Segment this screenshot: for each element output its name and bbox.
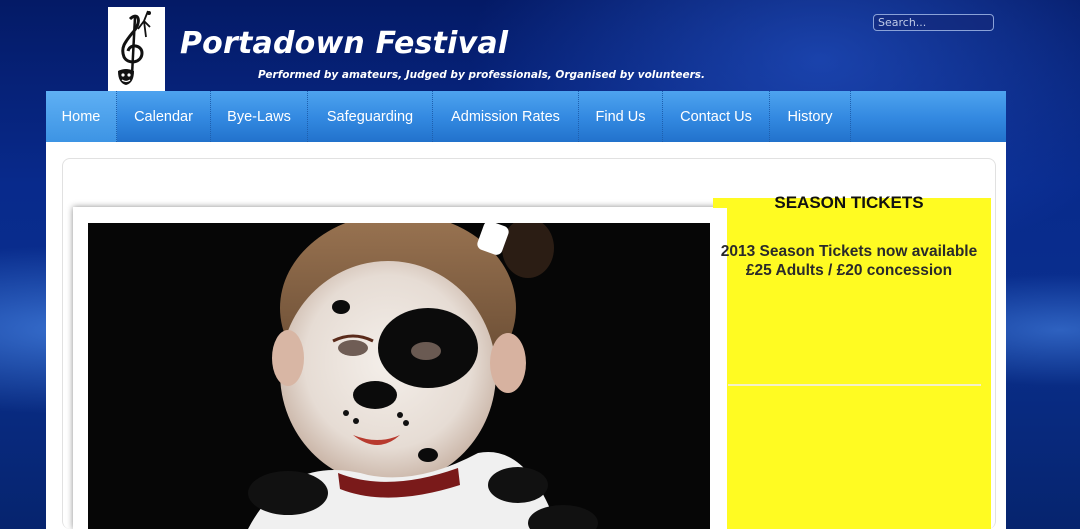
nav-item-home[interactable]: Home: [46, 91, 117, 142]
site-title[interactable]: Portadown Festival: [180, 26, 508, 61]
site-logo[interactable]: [108, 7, 165, 91]
nav-item-admission-rates[interactable]: Admission Rates: [433, 91, 579, 142]
nav-item-contact-us[interactable]: Contact Us: [663, 91, 770, 142]
season-tickets-availability: 2013 Season Tickets now available: [720, 243, 978, 260]
season-tickets-prices: £25 Adults / £20 concession: [745, 262, 953, 279]
season-tickets-text: 2013 Season Tickets now available £25 Ad…: [716, 242, 982, 280]
main-navigation: Home Calendar Bye-Laws Safeguarding Admi…: [46, 91, 1006, 142]
dalmatian-facepaint-girl-image: [88, 223, 710, 529]
nav-item-find-us[interactable]: Find Us: [579, 91, 663, 142]
site-tagline: Performed by amateurs, Judged by profess…: [258, 69, 706, 81]
sidebar-divider: [728, 384, 981, 386]
treble-clef-dancer-mask-icon: [118, 10, 151, 85]
featured-photo[interactable]: [88, 223, 710, 529]
nav-item-safeguarding[interactable]: Safeguarding: [308, 91, 433, 142]
search-input[interactable]: [873, 14, 994, 31]
nav-item-bye-laws[interactable]: Bye-Laws: [211, 91, 308, 142]
season-tickets-heading: SEASON TICKETS: [774, 193, 924, 212]
nav-item-calendar[interactable]: Calendar: [117, 91, 211, 142]
nav-item-history[interactable]: History: [770, 91, 851, 142]
